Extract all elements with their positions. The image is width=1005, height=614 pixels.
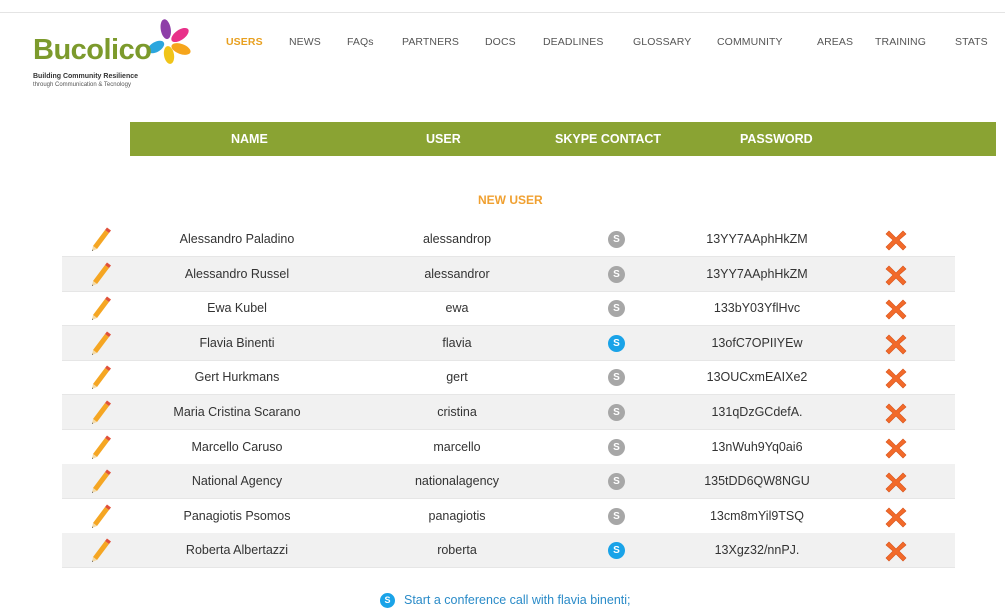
header-user: USER bbox=[426, 132, 461, 146]
delete-x-icon[interactable] bbox=[884, 539, 908, 563]
delete-x-icon[interactable] bbox=[884, 366, 908, 390]
pencil-icon[interactable] bbox=[87, 226, 113, 252]
username: flavia bbox=[442, 335, 472, 350]
table-row: Flavia Binenti flavia S 13ofC7OPIIYEw bbox=[62, 325, 955, 361]
nav-deadlines[interactable]: DEADLINES bbox=[543, 36, 603, 48]
delete-x-icon[interactable] bbox=[884, 332, 908, 356]
password: 13Xgz32/nnPJ. bbox=[714, 543, 800, 558]
skype-icon[interactable]: S bbox=[608, 334, 625, 352]
delete-x-icon[interactable] bbox=[884, 263, 908, 287]
table-row: Roberta Albertazzi roberta S 13Xgz32/nnPJ. bbox=[62, 533, 955, 569]
table-row: Ewa Kubel ewa S 133bY03YflHvc bbox=[62, 291, 955, 327]
username: marcello bbox=[433, 439, 481, 454]
username: nationalagency bbox=[414, 474, 500, 489]
delete-x-icon[interactable] bbox=[884, 228, 908, 252]
username: ewa bbox=[445, 301, 469, 316]
logo-tagline-2: through Communication & Tecnology bbox=[33, 82, 131, 88]
user-full-name: Marcello Caruso bbox=[191, 439, 283, 454]
username: panagiotis bbox=[428, 508, 486, 523]
users-table-header: NAME USER SKYPE CONTACT PASSWORD bbox=[130, 122, 996, 156]
username: gert bbox=[446, 370, 468, 385]
logo-tagline-1: Building Community Resilience bbox=[33, 73, 139, 80]
bucolico-logo[interactable]: Bucolico Building Community Resilience t… bbox=[33, 17, 193, 97]
new-user-link[interactable]: NEW USER bbox=[478, 193, 543, 207]
nav-users[interactable]: USERS bbox=[226, 36, 263, 48]
nav-areas[interactable]: AREAS bbox=[817, 36, 853, 48]
delete-x-icon[interactable] bbox=[884, 505, 908, 529]
nav-community[interactable]: COMMUNITY bbox=[717, 36, 783, 48]
skype-icon[interactable]: S bbox=[608, 265, 625, 283]
pencil-icon[interactable] bbox=[87, 434, 113, 460]
user-full-name: Alessandro Paladino bbox=[179, 232, 295, 246]
pencil-icon[interactable] bbox=[87, 399, 113, 425]
user-full-name: Maria Cristina Scarano bbox=[173, 405, 301, 419]
nav-training[interactable]: TRAINING bbox=[875, 36, 926, 48]
row-divider bbox=[62, 567, 955, 569]
pencil-icon[interactable] bbox=[87, 503, 113, 529]
delete-x-icon[interactable] bbox=[884, 436, 908, 460]
password: 13YY7AAphHkZM bbox=[706, 266, 808, 281]
skype-icon[interactable]: S bbox=[608, 300, 625, 318]
user-full-name: Panagiotis Psomos bbox=[183, 508, 291, 523]
table-row: Gert Hurkmans gert S 13OUCxmEAIXe2 bbox=[62, 360, 955, 396]
skype-icon[interactable]: S bbox=[608, 438, 625, 456]
user-full-name: Alessandro Russel bbox=[184, 266, 290, 281]
pencil-icon[interactable] bbox=[87, 295, 113, 321]
nav-faqs[interactable]: FAQs bbox=[347, 36, 374, 48]
skype-icon[interactable]: S bbox=[608, 404, 625, 421]
nav-news[interactable]: NEWS bbox=[289, 36, 321, 48]
delete-x-icon[interactable] bbox=[884, 470, 908, 494]
pencil-icon[interactable] bbox=[87, 468, 113, 494]
pencil-icon[interactable] bbox=[87, 364, 113, 390]
header-skype-contact: SKYPE CONTACT bbox=[555, 132, 662, 146]
skype-icon[interactable]: S bbox=[608, 473, 625, 491]
nav-stats[interactable]: STATS bbox=[955, 36, 988, 48]
nav-partners[interactable]: PARTNERS bbox=[402, 36, 459, 48]
username: cristina bbox=[437, 405, 477, 419]
user-full-name: Gert Hurkmans bbox=[194, 370, 280, 385]
user-full-name: Roberta Albertazzi bbox=[185, 543, 289, 558]
pencil-icon[interactable] bbox=[87, 537, 113, 563]
password: 13nWuh9Yq0ai6 bbox=[711, 439, 803, 454]
pencil-icon[interactable] bbox=[87, 330, 113, 356]
pencil-icon[interactable] bbox=[87, 261, 113, 287]
user-full-name: National Agency bbox=[191, 474, 283, 489]
user-full-name: Flavia Binenti bbox=[199, 335, 275, 350]
table-row: Panagiotis Psomos panagiotis S 13cm8mYil9TS… bbox=[62, 499, 955, 534]
header-password: PASSWORD bbox=[740, 132, 813, 146]
table-row: Marcello Caruso marcello S 13nWuh9Yq0ai6 bbox=[62, 430, 955, 465]
header-name: NAME bbox=[231, 132, 268, 146]
username: alessandror bbox=[424, 266, 490, 281]
password: 135tDD6QW8NGU bbox=[704, 474, 810, 489]
password: 131qDzGCdefA. bbox=[711, 405, 803, 419]
password: 13ofC7OPIIYEw bbox=[711, 335, 803, 350]
user-full-name: Ewa Kubel bbox=[207, 301, 267, 316]
skype-icon[interactable]: S bbox=[608, 507, 625, 525]
skype-icon[interactable]: S bbox=[608, 369, 625, 387]
password: 13YY7AAphHkZM bbox=[706, 232, 808, 246]
password: 13cm8mYil9TSQ bbox=[709, 508, 804, 523]
table-row: Maria Cristina Scarano cristina S 131qDzGCd… bbox=[62, 395, 955, 430]
password: 13OUCxmEAIXe2 bbox=[706, 370, 808, 385]
table-row: National Agency nationalagency S 135tDD6QW8… bbox=[62, 464, 955, 500]
skype-icon[interactable]: S bbox=[608, 542, 625, 560]
nav-docs[interactable]: DOCS bbox=[485, 36, 516, 48]
password: 133bY03YflHvc bbox=[713, 301, 801, 316]
main-nav: USERS NEWS FAQs PARTNERS DOCS DEADLINES … bbox=[0, 36, 1005, 52]
conference-call-link[interactable]: Start a conference call with flavia bine… bbox=[404, 593, 631, 607]
delete-x-icon[interactable] bbox=[884, 401, 908, 425]
skype-icon[interactable]: S bbox=[608, 231, 625, 248]
nav-glossary[interactable]: GLOSSARY bbox=[633, 36, 691, 48]
delete-x-icon[interactable] bbox=[884, 297, 908, 321]
table-row: Alessandro Paladino alessandrop S 13YY7AAph… bbox=[62, 222, 955, 257]
username: alessandrop bbox=[422, 232, 492, 246]
skype-icon: S bbox=[380, 593, 395, 608]
username: roberta bbox=[437, 543, 477, 558]
table-row: Alessandro Russel alessandror S 13YY7AAphHk… bbox=[62, 256, 955, 292]
top-divider bbox=[0, 12, 1005, 13]
